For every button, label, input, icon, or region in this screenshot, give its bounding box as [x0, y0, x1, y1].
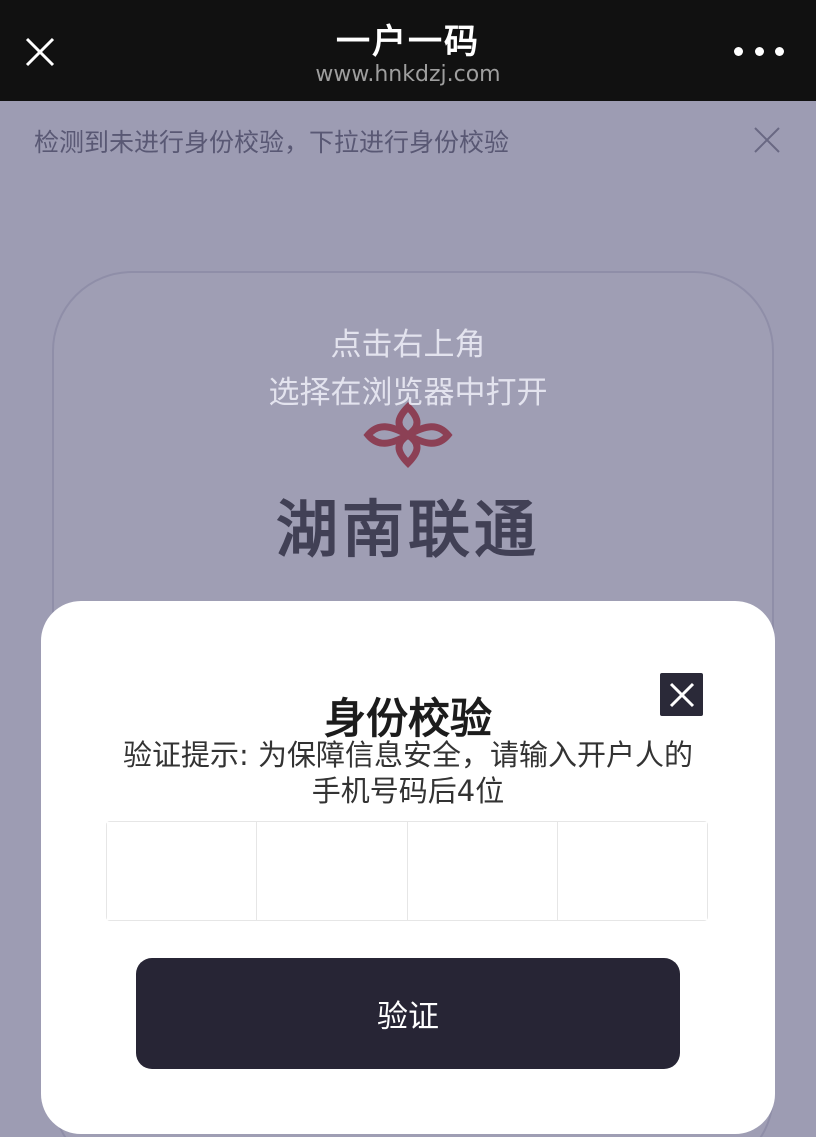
hint-line-2: 选择在浏览器中打开: [268, 375, 548, 411]
description-line-1: 验证提示: 为保障信息安全，请输入开户人的: [123, 738, 693, 772]
more-icon-dot: [754, 46, 764, 56]
more-menu-button[interactable]: [734, 36, 784, 66]
identity-verification-modal: 身份校验 验证提示: 为保障信息安全，请输入开户人的 手机号码后4位 验证: [41, 601, 775, 1134]
code-digit-3[interactable]: [407, 822, 558, 920]
code-digit-2[interactable]: [257, 822, 408, 920]
hint-line-1: 点击右上角: [330, 327, 486, 363]
more-icon-dot: [775, 46, 784, 56]
code-digit-1[interactable]: [107, 822, 258, 920]
code-input-group: [106, 821, 708, 921]
page-url: www.hnkdzj.com: [315, 62, 501, 87]
more-icon-dot: [734, 46, 743, 56]
code-digit-4[interactable]: [557, 822, 707, 920]
verify-button[interactable]: 验证: [136, 958, 680, 1069]
modal-description: 验证提示: 为保障信息安全，请输入开户人的 手机号码后4位: [91, 737, 725, 809]
page-title: 一户一码: [336, 22, 480, 62]
open-in-browser-hint: 点击右上角 选择在浏览器中打开: [0, 321, 816, 417]
description-line-2: 手机号码后4位: [311, 774, 505, 808]
top-nav-bar: 一户一码 www.hnkdzj.com: [0, 0, 816, 101]
